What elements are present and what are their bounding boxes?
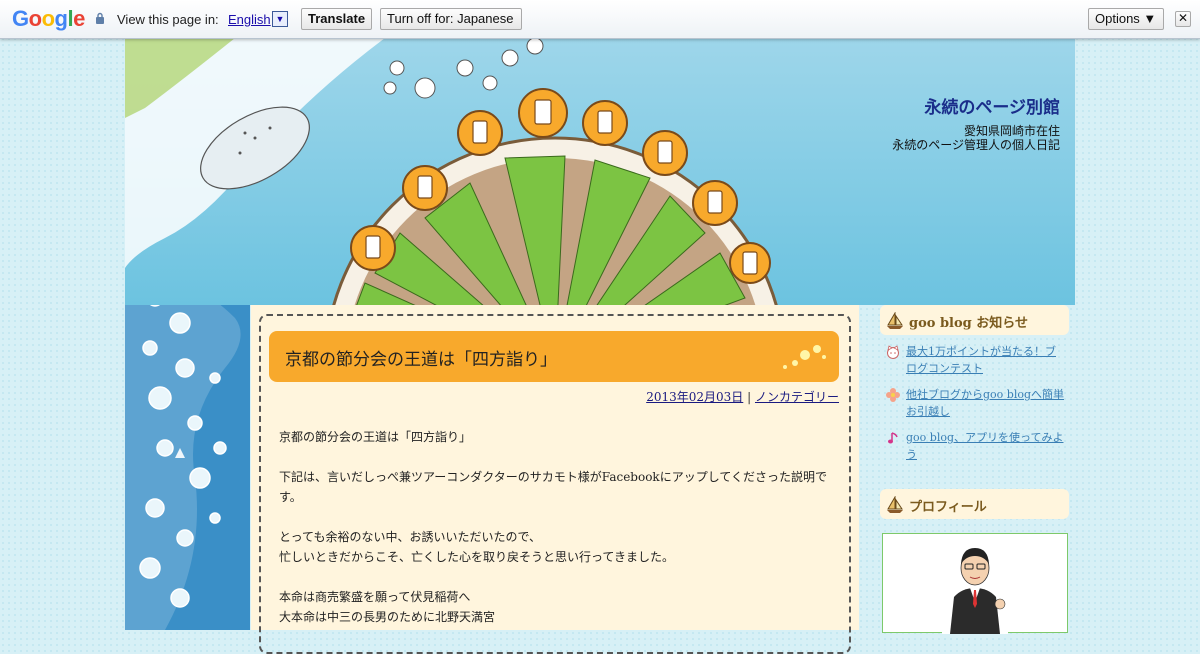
post-line: 忙しいときだからこそ、亡くした心を取り戻そうと思い行ってきました。 xyxy=(279,550,675,564)
flower-icon xyxy=(886,388,900,402)
turn-off-button[interactable]: Turn off for: Japanese xyxy=(380,8,522,30)
sparkle-icon xyxy=(783,345,826,369)
notice-heading: goo blog お知らせ xyxy=(880,305,1069,335)
post-line: 下記は、言いだしっぺ兼ツアーコンダクターのサカモト様がFacebookにアップし… xyxy=(279,470,827,504)
post-line: 本命は商売繁盛を願って伏見稲荷へ xyxy=(279,590,471,604)
blog-title[interactable]: 永続のページ別館 xyxy=(924,93,1060,118)
notice-heading-label: goo blog お知らせ xyxy=(909,316,1029,331)
post-paragraph: 下記は、言いだしっぺ兼ツアーコンダクターのサカモト様がFacebookにアップし… xyxy=(279,467,839,507)
post-date-link[interactable]: 2013年02月03日 xyxy=(646,390,743,404)
translate-bar: Google View this page in: English ▼ Tran… xyxy=(0,0,1200,39)
list-item: 他社ブログからgoo blogへ簡単お引越し xyxy=(886,386,1066,420)
post-paragraph: 本命は商売繁盛を願って伏見稲荷へ大本命は中三の長男のために北野天満宮 xyxy=(279,587,839,627)
post-paragraph: 京都の節分会の王道は「四方詣り」 xyxy=(279,427,839,447)
language-select[interactable]: English xyxy=(228,12,271,27)
notice-link[interactable]: goo blog、アプリを使ってみよう xyxy=(906,431,1063,461)
chevron-down-icon[interactable]: ▼ xyxy=(272,11,288,27)
list-item: 最大1万ポイントが当たる！ブログコンテスト xyxy=(886,343,1066,377)
profile-box xyxy=(882,533,1068,634)
translate-prompt: View this page in: xyxy=(117,12,219,27)
post-title-bar: 京都の節分会の王道は「四方詣り」 xyxy=(269,331,839,382)
avatar[interactable] xyxy=(942,542,1008,634)
post-meta: 2013年02月03日 | ノンカテゴリー xyxy=(646,388,839,405)
post-line: 京都の節分会の王道は「四方詣り」 xyxy=(279,430,472,444)
notice-list: 最大1万ポイントが当たる！ブログコンテスト 他社ブログからgoo blogへ簡単… xyxy=(886,343,1066,472)
post-paragraph: とっても余裕のない中、お誘いいただいたので、忙しいときだからこそ、亡くした心を取… xyxy=(279,527,839,567)
blog-header: 永続のページ別館 愛知県岡崎市在住 永続のページ管理人の個人日記 xyxy=(125,38,1075,305)
post-body: 京都の節分会の王道は「四方詣り」 下記は、言いだしっぺ兼ツアーコンダクターのサカ… xyxy=(279,427,839,647)
list-item: goo blog、アプリを使ってみよう xyxy=(886,429,1066,463)
cat-face-icon xyxy=(887,345,899,359)
options-button[interactable]: Options ▼ xyxy=(1088,8,1164,30)
profile-heading-label: プロフィール xyxy=(909,500,987,515)
sailboat-icon xyxy=(887,312,903,329)
lock-icon xyxy=(96,12,104,24)
sailboat-icon xyxy=(887,496,903,513)
profile-heading: プロフィール xyxy=(880,489,1069,519)
blog-subtitle-line: 永続のページ管理人の個人日記 xyxy=(892,138,1060,152)
notice-link[interactable]: 他社ブログからgoo blogへ簡単お引越し xyxy=(906,388,1064,418)
meta-separator: | xyxy=(747,390,752,404)
blog-page: 永続のページ別館 愛知県岡崎市在住 永続のページ管理人の個人日記 京都の節分会の… xyxy=(125,38,1075,654)
post-line: 大本命は中三の長男のために北野天満宮 xyxy=(279,610,496,624)
translate-button[interactable]: Translate xyxy=(301,8,372,30)
post-title[interactable]: 京都の節分会の王道は「四方詣り」 xyxy=(285,345,557,370)
main-column: 京都の節分会の王道は「四方詣り」 2013年02月03日 | ノンカテゴリー 京… xyxy=(251,305,859,654)
header-illustration xyxy=(125,38,778,305)
notice-link[interactable]: 最大1万ポイントが当たる！ブログコンテスト xyxy=(906,345,1056,375)
blog-subtitle: 愛知県岡崎市在住 永続のページ管理人の個人日記 xyxy=(892,124,1060,152)
music-note-icon xyxy=(888,432,898,444)
sidebar: goo blog お知らせ 最大1万ポイントが当たる！ブログコンテスト 他社ブロ… xyxy=(880,305,1070,634)
post-category-link[interactable]: ノンカテゴリー xyxy=(755,390,839,404)
google-logo: Google xyxy=(12,6,85,31)
post-line: とっても余裕のない中、お誘いいただいたので、 xyxy=(279,530,541,544)
close-icon[interactable]: ✕ xyxy=(1175,11,1191,27)
blog-subtitle-line: 愛知県岡崎市在住 xyxy=(963,124,1060,138)
